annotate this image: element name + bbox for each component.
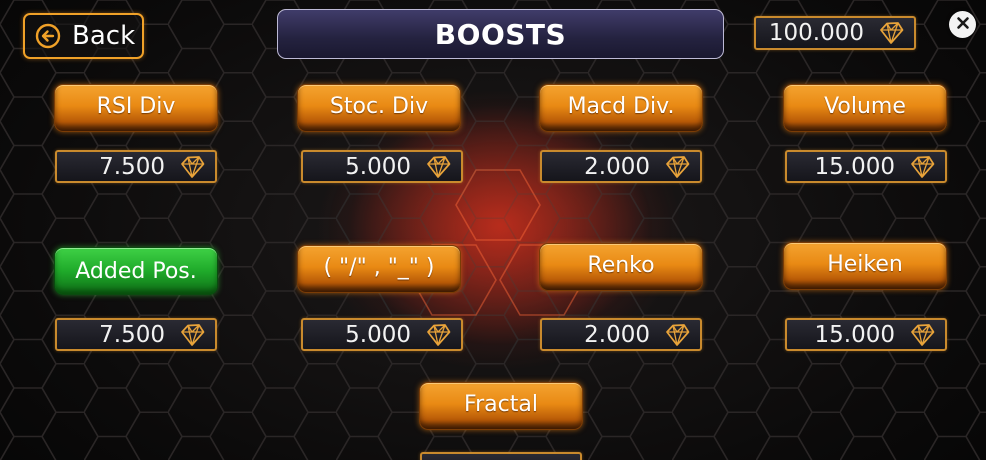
diamond-icon xyxy=(909,323,935,347)
price-value: 7.500 xyxy=(99,153,165,180)
boost-price-fractal xyxy=(420,452,582,460)
boost-price-rsi-div: 7.500 xyxy=(55,150,217,183)
diamond-icon xyxy=(909,155,935,179)
close-icon xyxy=(956,15,970,34)
boost-price-renko: 2.000 xyxy=(540,318,702,351)
diamond-icon xyxy=(179,323,205,347)
boost-button-stoc-div[interactable]: Stoc. Div xyxy=(297,84,461,132)
price-value: 5.000 xyxy=(345,153,411,180)
diamond-icon xyxy=(664,155,690,179)
boost-price-added-pos: 7.500 xyxy=(55,318,217,351)
boost-price-volume: 15.000 xyxy=(785,150,947,183)
diamond-icon xyxy=(664,323,690,347)
boost-button-volume[interactable]: Volume xyxy=(783,84,947,132)
boost-button-macd-div[interactable]: Macd Div. xyxy=(539,84,703,132)
diamond-icon xyxy=(425,323,451,347)
diamond-icon xyxy=(179,155,205,179)
balance-value: 100.000 xyxy=(768,20,864,46)
close-button[interactable] xyxy=(949,11,976,38)
boost-price-slash-underscore: 5.000 xyxy=(301,318,463,351)
diamond-icon xyxy=(878,21,904,45)
diamond-icon xyxy=(425,155,451,179)
boost-price-macd-div: 2.000 xyxy=(540,150,702,183)
price-value: 7.500 xyxy=(99,321,165,348)
price-value: 15.000 xyxy=(814,321,895,348)
boost-button-slash-underscore[interactable]: ( "/" , "_" ) xyxy=(297,245,461,293)
boost-button-renko[interactable]: Renko xyxy=(539,243,703,291)
boost-price-stoc-div: 5.000 xyxy=(301,150,463,183)
boost-button-added-pos[interactable]: Added Pos. xyxy=(54,247,218,295)
back-label: Back xyxy=(72,21,136,51)
boost-button-fractal[interactable]: Fractal xyxy=(419,382,583,430)
arrow-left-circle-icon xyxy=(35,23,61,49)
boost-price-heiken: 15.000 xyxy=(785,318,947,351)
price-value: 15.000 xyxy=(814,153,895,180)
price-value: 2.000 xyxy=(584,321,650,348)
page-title: BOOSTS xyxy=(277,9,724,59)
back-button[interactable]: Back xyxy=(23,13,144,59)
price-value: 2.000 xyxy=(584,153,650,180)
price-value: 5.000 xyxy=(345,321,411,348)
boost-button-heiken[interactable]: Heiken xyxy=(783,242,947,290)
boost-button-rsi-div[interactable]: RSI Div xyxy=(54,84,218,132)
balance-display: 100.000 xyxy=(754,16,916,50)
